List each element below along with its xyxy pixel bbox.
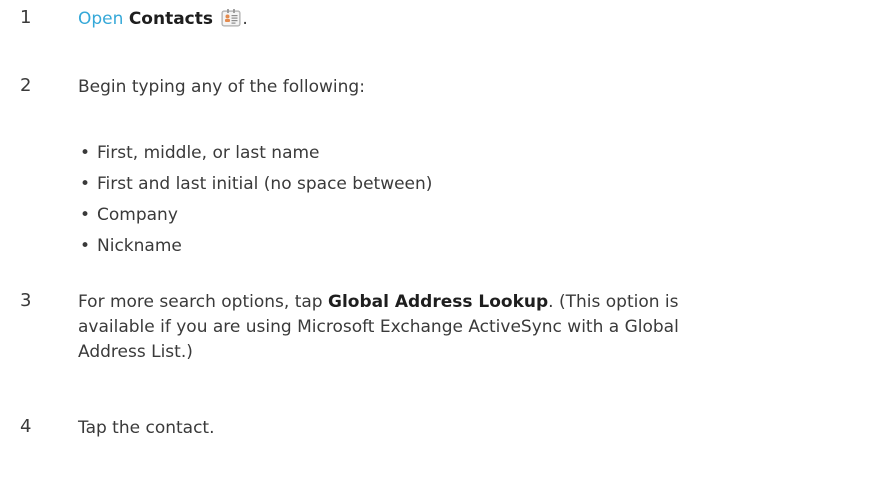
bullet-dot: • (80, 143, 91, 163)
bullet-dot: • (80, 236, 91, 256)
step-3-line-3: Address List.) (78, 342, 193, 362)
search-criteria-list: • First, middle, or last name • First and … (80, 138, 432, 262)
step-3-line-2: available if you are using Microsoft Exc… (78, 317, 679, 337)
bullet-dot: • (80, 174, 91, 194)
open-link[interactable]: Open (78, 9, 123, 29)
step-4-text: Tap the contact. (78, 418, 215, 438)
list-item-text: Company (97, 205, 178, 225)
bullet-dot: • (80, 205, 91, 225)
list-item-text: First, middle, or last name (97, 143, 320, 163)
step-3-note-start: . (This option is (548, 292, 679, 312)
step-number: 3 (20, 290, 32, 311)
step-1-body: Open Contacts . (78, 7, 838, 32)
step-2-text: Begin typing any of the following: (78, 77, 365, 97)
list-item-text: Nickname (97, 236, 182, 256)
step-4-body: Tap the contact. (78, 416, 838, 441)
list-item: • Nickname (80, 231, 432, 262)
step-number: 2 (20, 75, 32, 96)
step-3-body: For more search options, tap Global Addr… (78, 290, 838, 365)
list-item-text: First and last initial (no space between… (97, 174, 433, 194)
list-item: • First, middle, or last name (80, 138, 432, 169)
step-3-intro: For more search options, tap (78, 292, 323, 312)
step-3-line-1: For more search options, tap Global Addr… (78, 290, 838, 315)
step-2-body: Begin typing any of the following: (78, 75, 838, 100)
global-address-lookup-label: Global Address Lookup (327, 292, 549, 312)
contacts-app-name: Contacts (128, 9, 213, 29)
step-1-period: . (242, 9, 248, 29)
step-number: 1 (20, 7, 32, 28)
step-number: 4 (20, 416, 32, 437)
list-item: • First and last initial (no space betwee… (80, 169, 432, 200)
contacts-app-icon (221, 8, 241, 28)
list-item: • Company (80, 200, 432, 231)
